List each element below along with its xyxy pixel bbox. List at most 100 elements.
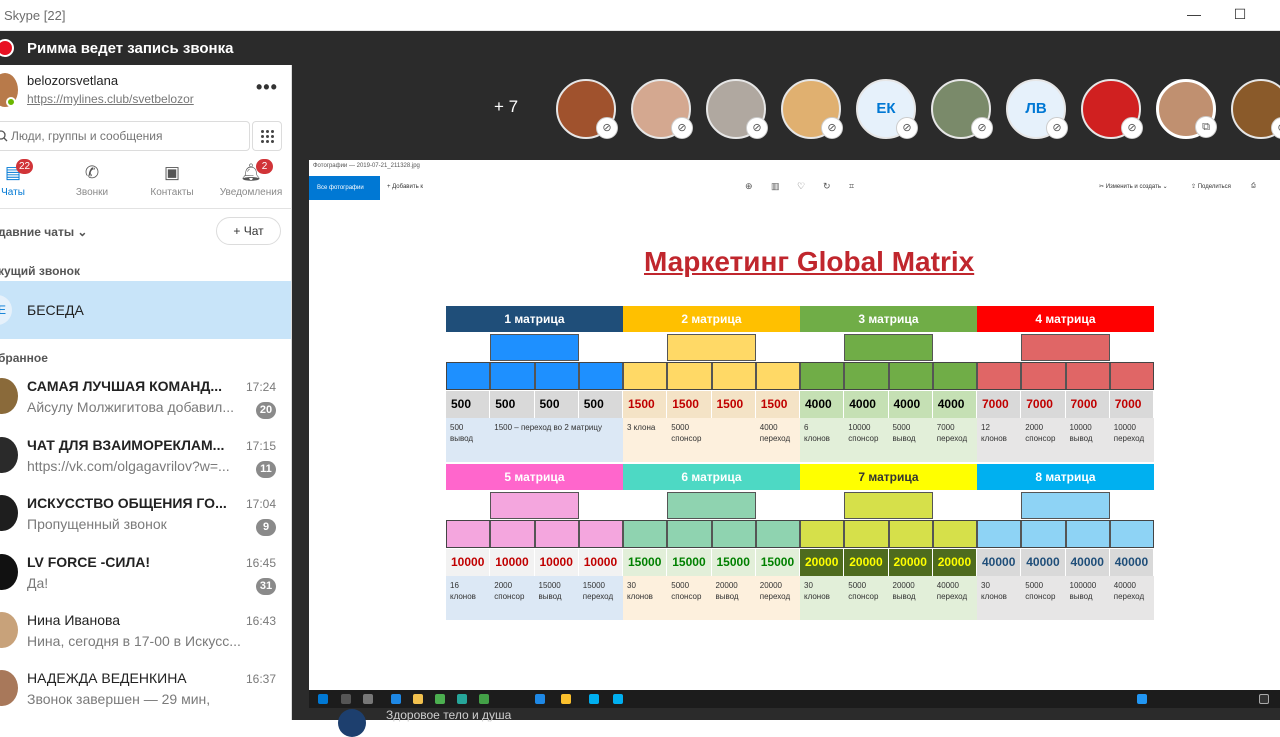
matrix-description: 100000 вывод bbox=[1065, 576, 1110, 620]
app-icon[interactable] bbox=[535, 694, 545, 704]
folder-icon[interactable] bbox=[413, 694, 423, 704]
chat-list-item[interactable]: НАДЕЖДА ВЕДЕНКИНА Звонок завершен — 29 ми… bbox=[0, 664, 291, 720]
matrix-description: 5000 вывод bbox=[888, 418, 933, 462]
chat-time: 17:24 bbox=[245, 380, 276, 394]
add-to-button[interactable]: + Добавить к bbox=[387, 184, 423, 190]
matrix-value: 4000 bbox=[844, 391, 889, 418]
matrix-value: 1500 bbox=[623, 391, 668, 418]
participant-avatar[interactable]: ⧉ bbox=[1156, 79, 1217, 139]
start-icon[interactable] bbox=[318, 694, 328, 704]
tab-chats[interactable]: ▤ 22 Чаты bbox=[0, 159, 48, 198]
muted-mic-icon: ⊘ bbox=[1271, 117, 1280, 139]
matrix-header: 8 матрица bbox=[977, 464, 1154, 490]
chat-list-item[interactable]: LV FORCE -СИЛА! Да! 16:45 31 bbox=[0, 548, 291, 606]
matrix-description: 10000 вывод bbox=[1065, 418, 1110, 462]
chat-preview: Пропущенный звонок bbox=[27, 516, 167, 532]
app-icon[interactable] bbox=[479, 694, 489, 704]
chat-name: ИСКУССТВО ОБЩЕНИЯ ГО... bbox=[27, 495, 227, 511]
participant-avatar[interactable]: ⊘ bbox=[1231, 79, 1280, 139]
matrix-value: 10000 bbox=[534, 549, 579, 576]
matrix-label: 3 матрица bbox=[858, 312, 919, 326]
phone-icon: ✆ bbox=[84, 163, 100, 182]
app-icon[interactable] bbox=[457, 694, 467, 704]
tab-contacts[interactable]: ▣ Контакты bbox=[137, 163, 207, 198]
matrix-description: 2000 спонсор bbox=[1021, 418, 1066, 462]
participant-avatar[interactable]: ЕК ⊘ bbox=[856, 79, 918, 139]
search-box[interactable] bbox=[0, 121, 250, 151]
matrix-value: 15000 bbox=[623, 549, 668, 576]
chrome-icon[interactable] bbox=[435, 694, 445, 704]
recording-banner: Римма ведет запись звонка bbox=[0, 31, 1280, 65]
skype-icon[interactable] bbox=[589, 694, 599, 704]
participant-avatar[interactable]: ⊘ bbox=[781, 79, 843, 139]
chat-preview: Да! bbox=[27, 575, 49, 591]
minimize-icon[interactable]: — bbox=[1184, 6, 1204, 24]
more-options-button[interactable]: ••• bbox=[256, 77, 278, 98]
unread-badge: 31 bbox=[256, 578, 276, 595]
matrix-label: 7 матрица bbox=[858, 470, 919, 484]
chat-list-item[interactable]: ЧАТ ДЛЯ ВЗАИМОРЕКЛАМ... https://vk.com/ol… bbox=[0, 431, 291, 489]
chat-list-item[interactable]: Нина Иванова Нина, сегодня в 17-00 в Иску… bbox=[0, 606, 291, 664]
taskbar bbox=[309, 690, 1280, 708]
recent-chats-dropdown[interactable]: давние чаты ⌄ bbox=[0, 225, 87, 239]
rotate-icon[interactable]: ↻ bbox=[823, 181, 831, 192]
participant-avatar[interactable]: ⊘ bbox=[706, 79, 768, 139]
crop-icon[interactable]: ⌗ bbox=[849, 181, 854, 192]
tab-notifications-label: Уведомления bbox=[219, 187, 283, 198]
matrix-label: 8 матрица bbox=[1035, 470, 1096, 484]
task-view-icon[interactable] bbox=[363, 694, 373, 704]
search-icon[interactable] bbox=[341, 694, 351, 704]
unread-badge: 20 bbox=[256, 402, 276, 419]
tab-calls[interactable]: ✆ Звонки bbox=[57, 163, 127, 198]
matrix-description: 30 клонов bbox=[623, 576, 668, 620]
participant-avatar[interactable]: ⊘ bbox=[556, 79, 618, 139]
all-photos-button[interactable]: Все фотографии bbox=[309, 176, 380, 200]
participant-avatar[interactable]: ЛВ ⊘ bbox=[1006, 79, 1068, 139]
print-icon[interactable]: ⎙ bbox=[1251, 183, 1256, 190]
current-call-item[interactable]: Е БЕСЕДА bbox=[0, 281, 291, 339]
new-chat-button[interactable]: + Чат bbox=[216, 217, 281, 245]
participant-avatar[interactable]: ⊘ bbox=[1081, 79, 1143, 139]
more-participants-button[interactable]: + 7 bbox=[494, 97, 518, 117]
edit-create-button[interactable]: ✂ Изменить и создать ⌄ bbox=[1099, 183, 1168, 190]
matrix-top-block bbox=[844, 334, 933, 361]
matrix-description: 4000 переход bbox=[755, 418, 800, 462]
share-button[interactable]: ⇪ Поделиться bbox=[1191, 183, 1231, 190]
screen-share-icon: ⧉ bbox=[1195, 116, 1217, 138]
delete-icon[interactable]: ▥ bbox=[771, 181, 780, 192]
matrix-header: 1 матрица bbox=[446, 306, 623, 332]
matrix-header: 6 матрица bbox=[623, 464, 800, 490]
add-to-label: Добавить к bbox=[392, 184, 423, 190]
notification-center-icon[interactable] bbox=[1259, 694, 1269, 704]
matrix-top-block bbox=[1021, 492, 1110, 519]
skype-icon[interactable] bbox=[613, 694, 623, 704]
matrix-top-block bbox=[1021, 334, 1110, 361]
sidebar: belozorsvetlana https://mylines.club/sve… bbox=[0, 65, 292, 720]
tab-notifications[interactable]: 🔔︎ 2 Уведомления bbox=[216, 159, 286, 198]
muted-mic-icon: ⊘ bbox=[1121, 117, 1143, 139]
chat-preview: Звонок завершен — 29 мин, bbox=[27, 691, 211, 707]
chat-list-item[interactable]: ИСКУССТВО ОБЩЕНИЯ ГО... Пропущенный звоно… bbox=[0, 489, 291, 547]
dialpad-button[interactable] bbox=[252, 121, 282, 151]
matrix-value: 500 bbox=[446, 391, 491, 418]
maximize-icon[interactable]: ☐ bbox=[1230, 6, 1250, 24]
matrix-description: 7000 переход bbox=[932, 418, 977, 462]
search-input[interactable] bbox=[11, 129, 231, 143]
edge-icon[interactable] bbox=[391, 694, 401, 704]
matrix-value: 7000 bbox=[977, 391, 1022, 418]
participant-avatar[interactable]: ⊘ bbox=[631, 79, 693, 139]
chat-preview: https://vk.com/olgagavrilov?w=... bbox=[27, 458, 230, 474]
chat-list-item[interactable]: САМАЯ ЛУЧШАЯ КОМАНД... Айсулу Молжигитова… bbox=[0, 372, 291, 430]
tab-calls-label: Звонки bbox=[75, 187, 109, 198]
chat-time: 16:45 bbox=[245, 556, 276, 570]
heart-icon[interactable]: ♡ bbox=[797, 181, 805, 192]
recording-icon bbox=[0, 39, 14, 57]
tray-icon[interactable] bbox=[1137, 694, 1147, 704]
matrix-description: 30 клонов bbox=[977, 576, 1022, 620]
participant-avatar[interactable]: ⊘ bbox=[931, 79, 993, 139]
bell-icon: 🔔︎ 2 bbox=[216, 159, 286, 185]
zoom-icon[interactable]: ⊕ bbox=[745, 181, 753, 192]
chat-preview: Айсулу Молжигитова добавил... bbox=[27, 399, 235, 415]
app-icon[interactable] bbox=[561, 694, 571, 704]
profile-link[interactable]: https://mylines.club/svetbelozor bbox=[27, 92, 194, 106]
